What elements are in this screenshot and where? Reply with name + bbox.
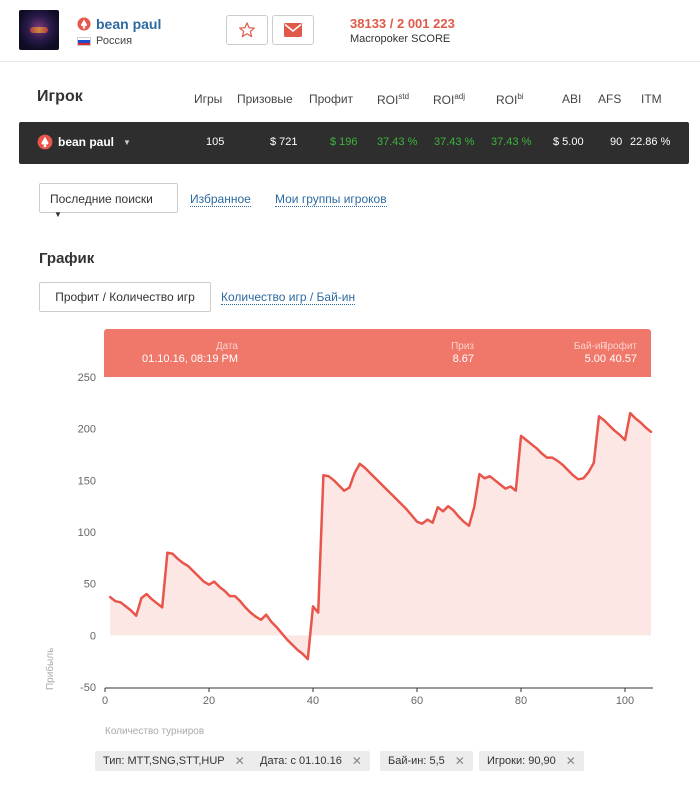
x-axis-label: Количество турниров [105,726,204,737]
tooltip-prize-label: Приз [451,341,474,352]
close-icon[interactable]: ✕ [235,754,245,768]
filter-chip-date-label: Дата: с 01.10.16 [260,755,342,767]
x-tick-label: 20 [203,695,215,707]
y-tick-label: 200 [78,424,96,436]
x-tick-label: 80 [515,695,527,707]
tooltip-profit-value: 40.57 [609,353,637,365]
tooltip-date-label: Дата [215,341,238,352]
x-tick-label: 40 [307,695,319,707]
y-tick-label: 50 [84,579,96,591]
filter-chip-buyin[interactable]: Бай-ин: 5,5 ✕ [380,751,473,771]
filter-chip-players[interactable]: Игроки: 90,90 ✕ [479,751,584,771]
x-tick-label: 0 [102,695,108,707]
y-axis-label: Прибыль [44,648,56,690]
tooltip-profit-label: Профит [600,341,637,352]
y-tick-label: 0 [90,630,96,642]
tooltip-prize-value: 8.67 [452,353,474,365]
y-tick-label: 250 [78,372,96,384]
x-tick-label: 100 [616,695,634,707]
filter-chip-type-label: Тип: MTT,SNG,STT,HUP [103,755,225,767]
y-tick-label: 150 [78,475,96,487]
tooltip-date-value: 01.10.16, 08:19 PM [141,353,238,365]
x-tick-label: 60 [411,695,423,707]
profit-chart[interactable]: -50 0 50 100 150 200 250 0 20 40 60 80 100 Количество… [0,0,700,790]
filter-chip-date[interactable]: Дата: с 01.10.16 ✕ [252,751,370,771]
close-icon[interactable]: ✕ [566,754,576,768]
close-icon[interactable]: ✕ [352,754,362,768]
filter-chip-type[interactable]: Тип: MTT,SNG,STT,HUP ✕ [95,751,253,771]
y-tick-label: -50 [80,682,96,694]
filter-chip-players-label: Игроки: 90,90 [487,755,556,767]
y-tick-label: 100 [78,527,96,539]
tooltip-buyin-value: 5.00 [584,353,606,365]
close-icon[interactable]: ✕ [455,754,465,768]
filter-chip-buyin-label: Бай-ин: 5,5 [388,755,445,767]
chart-tooltip: Дата 01.10.16, 08:19 PM Приз 8.67 Бай-ин… [104,329,651,377]
